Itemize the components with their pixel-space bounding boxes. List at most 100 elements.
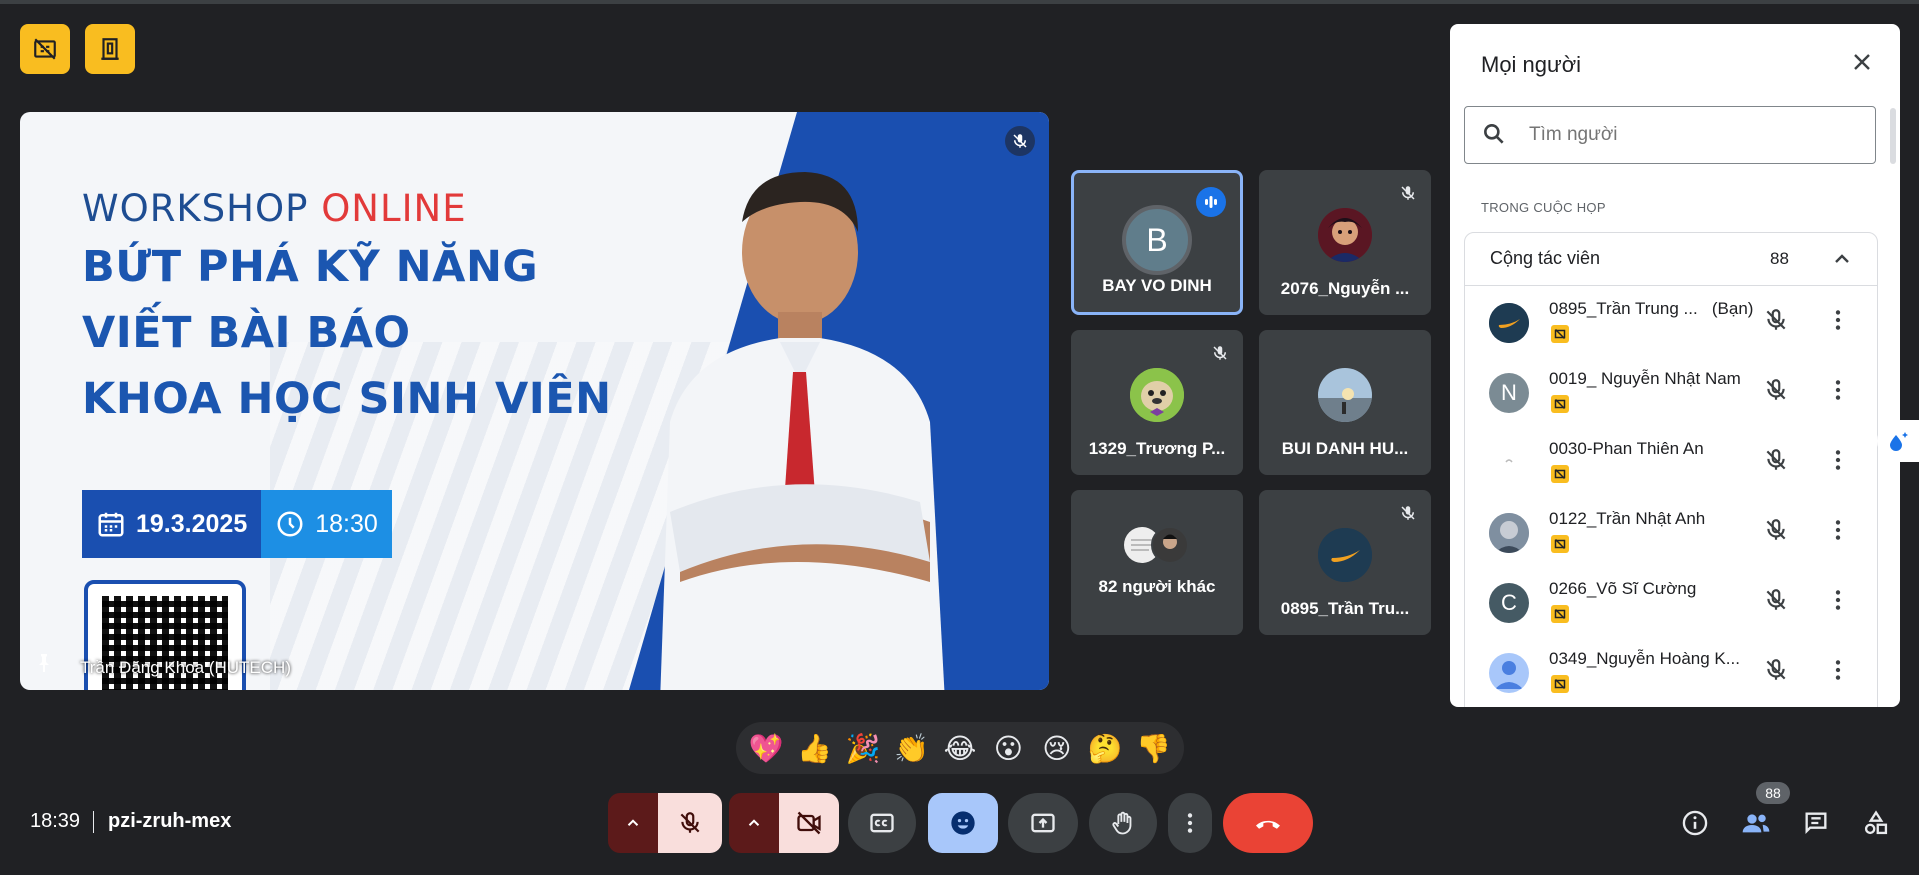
- reaction-crying[interactable]: 😢: [1035, 732, 1079, 765]
- presenter-muted-indicator: [1005, 126, 1035, 156]
- no-video-grid-icon: [1554, 328, 1566, 340]
- hidden-video-tag: [1551, 465, 1569, 483]
- captions-button[interactable]: [848, 793, 916, 853]
- participant-tile-2076[interactable]: 2076_Nguyễn ...: [1259, 170, 1431, 315]
- presenter-name: Trần Đăng Khoa (HUTECH): [80, 658, 291, 677]
- participant-row[interactable]: 0122_Trần Nhật Anh: [1465, 495, 1877, 565]
- participant-name: BAY VO DINH: [1102, 276, 1212, 295]
- more-vert-icon[interactable]: [1825, 307, 1851, 333]
- reaction-thumbs-up[interactable]: 👍: [793, 732, 837, 765]
- more-vert-icon[interactable]: [1825, 517, 1851, 543]
- pin-button[interactable]: [32, 651, 56, 680]
- participant-name: 0895_Trần Tru...: [1280, 599, 1410, 618]
- lobby-badge[interactable]: [85, 24, 135, 74]
- more-options-button[interactable]: [1168, 793, 1212, 853]
- participant-row[interactable]: C 0266_Võ Sĩ Cường: [1465, 565, 1877, 635]
- reaction-party-popper[interactable]: 🎉: [841, 732, 885, 765]
- people-button[interactable]: [1730, 797, 1782, 849]
- hidden-video-tag: [1551, 605, 1569, 623]
- raise-hand-button[interactable]: [1089, 793, 1157, 853]
- participant-row[interactable]: 0895_Trần Trung ... (Bạn): [1465, 285, 1877, 355]
- others-avatars: [1123, 526, 1193, 564]
- mic-off-icon[interactable]: [1763, 307, 1789, 333]
- participant-tile-bay-vo-dinh[interactable]: B BAY VO DINH: [1071, 170, 1243, 315]
- reaction-surprised[interactable]: 😮: [986, 732, 1030, 765]
- mic-off-icon[interactable]: [1763, 587, 1789, 613]
- mic-off-icon[interactable]: [1763, 447, 1789, 473]
- participant-tile-1329[interactable]: 1329_Trương P...: [1071, 330, 1243, 475]
- muted-indicator: [1399, 184, 1417, 207]
- mic-toggle-button[interactable]: [658, 793, 722, 853]
- more-vert-icon[interactable]: [1825, 587, 1851, 613]
- chat-button[interactable]: [1790, 797, 1842, 849]
- hidden-video-tag: [1551, 325, 1569, 343]
- more-vert-icon[interactable]: [1825, 447, 1851, 473]
- participant-tile-0895[interactable]: 0895_Trần Tru...: [1259, 490, 1431, 635]
- more-vert-icon[interactable]: [1825, 377, 1851, 403]
- avatar-image: [1318, 208, 1372, 262]
- participant-name: 0030-Phan Thiên An: [1549, 439, 1704, 458]
- panel-scrollbar[interactable]: [1890, 108, 1896, 164]
- reaction-clap[interactable]: 👏: [890, 732, 934, 765]
- participant-row[interactable]: 0030-Phan Thiên An: [1465, 425, 1877, 495]
- avatar: [1318, 528, 1372, 582]
- participant-name: BUI DANH HU...: [1281, 439, 1409, 458]
- participant-row[interactable]: N 0019_ Nguyễn Nhật Nam: [1465, 355, 1877, 425]
- mic-off-icon[interactable]: [1763, 657, 1789, 683]
- present-screen-icon: [1031, 813, 1055, 833]
- section-label: TRONG CUỘC HỌP: [1481, 200, 1606, 215]
- avatar-stack: [1124, 526, 1189, 564]
- search-people-field[interactable]: [1464, 106, 1876, 164]
- reaction-thumbs-down[interactable]: 👎: [1132, 732, 1176, 765]
- slide-date: 19.3.2025: [82, 490, 262, 558]
- avatar-image: [1489, 513, 1529, 553]
- participant-name: 1329_Trương P...: [1088, 439, 1226, 458]
- avatar: [1489, 513, 1529, 553]
- pin-icon: [39, 654, 49, 672]
- speaking-indicator: [1196, 187, 1226, 217]
- avatar: B: [1122, 205, 1192, 275]
- reaction-thinking[interactable]: 🤔: [1083, 732, 1127, 765]
- present-button[interactable]: [1008, 793, 1078, 853]
- reaction-sparkling-heart[interactable]: 💖: [744, 732, 788, 765]
- group-header[interactable]: Cộng tác viên 88: [1465, 233, 1877, 286]
- mic-off-icon[interactable]: [1763, 517, 1789, 543]
- activities-button[interactable]: [1850, 797, 1902, 849]
- door-icon: [101, 38, 119, 60]
- participant-row[interactable]: 0349_Nguyễn Hoàng K...: [1465, 635, 1877, 705]
- mic-off-icon: [1401, 506, 1415, 520]
- no-video-grid-icon: [1554, 678, 1566, 690]
- avatar: N: [1489, 373, 1529, 413]
- close-panel-button[interactable]: [1850, 50, 1874, 79]
- hidden-video-badge[interactable]: [20, 24, 70, 74]
- leave-call-button[interactable]: [1223, 793, 1313, 853]
- avatar: [1489, 303, 1529, 343]
- presenter-tile[interactable]: WORKSHOP ONLINE BỨT PHÁ KỸ NĂNG VIẾT BÀI…: [20, 112, 1049, 690]
- avatar-image: [1130, 368, 1184, 422]
- others-tile[interactable]: 82 người khác: [1071, 490, 1243, 635]
- reaction-tears-of-joy[interactable]: 😂: [938, 732, 982, 765]
- search-input[interactable]: [1527, 121, 1851, 149]
- participant-tile-bui-danh[interactable]: BUI DANH HU...: [1259, 330, 1431, 475]
- close-icon: [1854, 54, 1870, 70]
- camera-toggle-button[interactable]: [779, 793, 839, 853]
- avatar-image: [1318, 528, 1372, 582]
- panel-title: Mọi người: [1481, 52, 1582, 77]
- mic-off-icon[interactable]: [1763, 377, 1789, 403]
- slide-time: 18:30: [261, 490, 392, 558]
- video-options-button[interactable]: [729, 793, 779, 853]
- shapes-icon: [1864, 810, 1888, 835]
- clock-icon: [277, 511, 303, 537]
- slide-line-4: KHOA HỌC SINH VIÊN: [82, 374, 612, 424]
- audio-options-button[interactable]: [608, 793, 658, 853]
- slide-line-3: VIẾT BÀI BÁO: [82, 308, 411, 358]
- more-vert-icon[interactable]: [1825, 657, 1851, 683]
- side-extension-button[interactable]: [1877, 420, 1919, 462]
- no-video-grid-icon: [34, 38, 56, 60]
- contributors-group: Cộng tác viên 88 0895_Trần Trung ... (Bạ…: [1464, 232, 1878, 707]
- chevron-up-icon[interactable]: [1830, 247, 1854, 271]
- chat-icon: [1805, 812, 1827, 834]
- meeting-details-button[interactable]: [1669, 797, 1721, 849]
- reactions-bar: 💖 👍 🎉 👏 😂 😮 😢 🤔 👎: [736, 722, 1184, 774]
- reactions-button[interactable]: [928, 793, 998, 853]
